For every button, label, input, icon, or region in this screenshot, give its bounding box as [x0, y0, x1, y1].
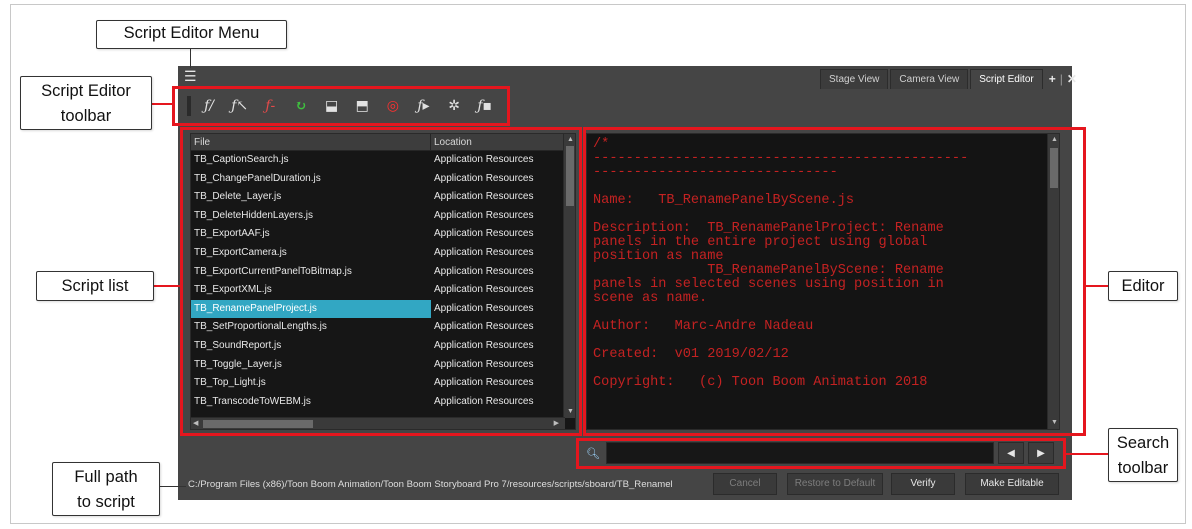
callout-script-list: Script list	[36, 271, 154, 301]
callout-full-path: Full path to script	[52, 462, 160, 516]
callout-toolbar-line2: toolbar	[60, 107, 112, 125]
callout-script-editor-menu: Script Editor Menu	[96, 20, 287, 49]
verify-button[interactable]: Verify	[891, 473, 955, 495]
list-connector	[154, 285, 181, 287]
callout-search-line2: toolbar	[1117, 459, 1169, 477]
toolbar-connector	[152, 103, 174, 105]
callout-search-toolbar: Search toolbar	[1108, 428, 1178, 482]
toolbar-highlight	[172, 86, 510, 126]
path-connector	[160, 486, 186, 487]
callout-toolbar-line1: Script Editor	[41, 82, 131, 100]
editor-highlight	[583, 127, 1086, 436]
script-path: C:/Program Files (x86)/Toon Boom Animati…	[188, 479, 673, 490]
tab-camera-view[interactable]: Camera View	[890, 69, 969, 89]
cancel-button[interactable]: Cancel	[713, 473, 777, 495]
callout-path-line1: Full path	[74, 468, 138, 486]
callout-path-line2: to script	[77, 493, 135, 511]
tab-separator: |	[1059, 72, 1063, 86]
make-editable-button[interactable]: Make Editable	[965, 473, 1059, 495]
script-list-highlight	[180, 127, 582, 436]
callout-search-line1: Search	[1116, 434, 1170, 452]
menu-connector	[190, 48, 191, 68]
callout-script-editor-toolbar: Script Editor toolbar	[20, 76, 152, 130]
search-highlight	[576, 438, 1066, 469]
add-tab-icon[interactable]: +	[1049, 72, 1056, 86]
close-tab-icon[interactable]: ✕	[1067, 72, 1077, 86]
restore-default-button[interactable]: Restore to Default	[787, 473, 883, 495]
callout-editor: Editor	[1108, 271, 1178, 301]
search-connector	[1064, 453, 1108, 455]
tab-script-editor[interactable]: Script Editor	[970, 69, 1043, 89]
view-tabs: Stage View Camera View Script Editor + |…	[820, 69, 1077, 89]
tab-stage-view[interactable]: Stage View	[820, 69, 889, 89]
editor-connector	[1084, 285, 1108, 287]
